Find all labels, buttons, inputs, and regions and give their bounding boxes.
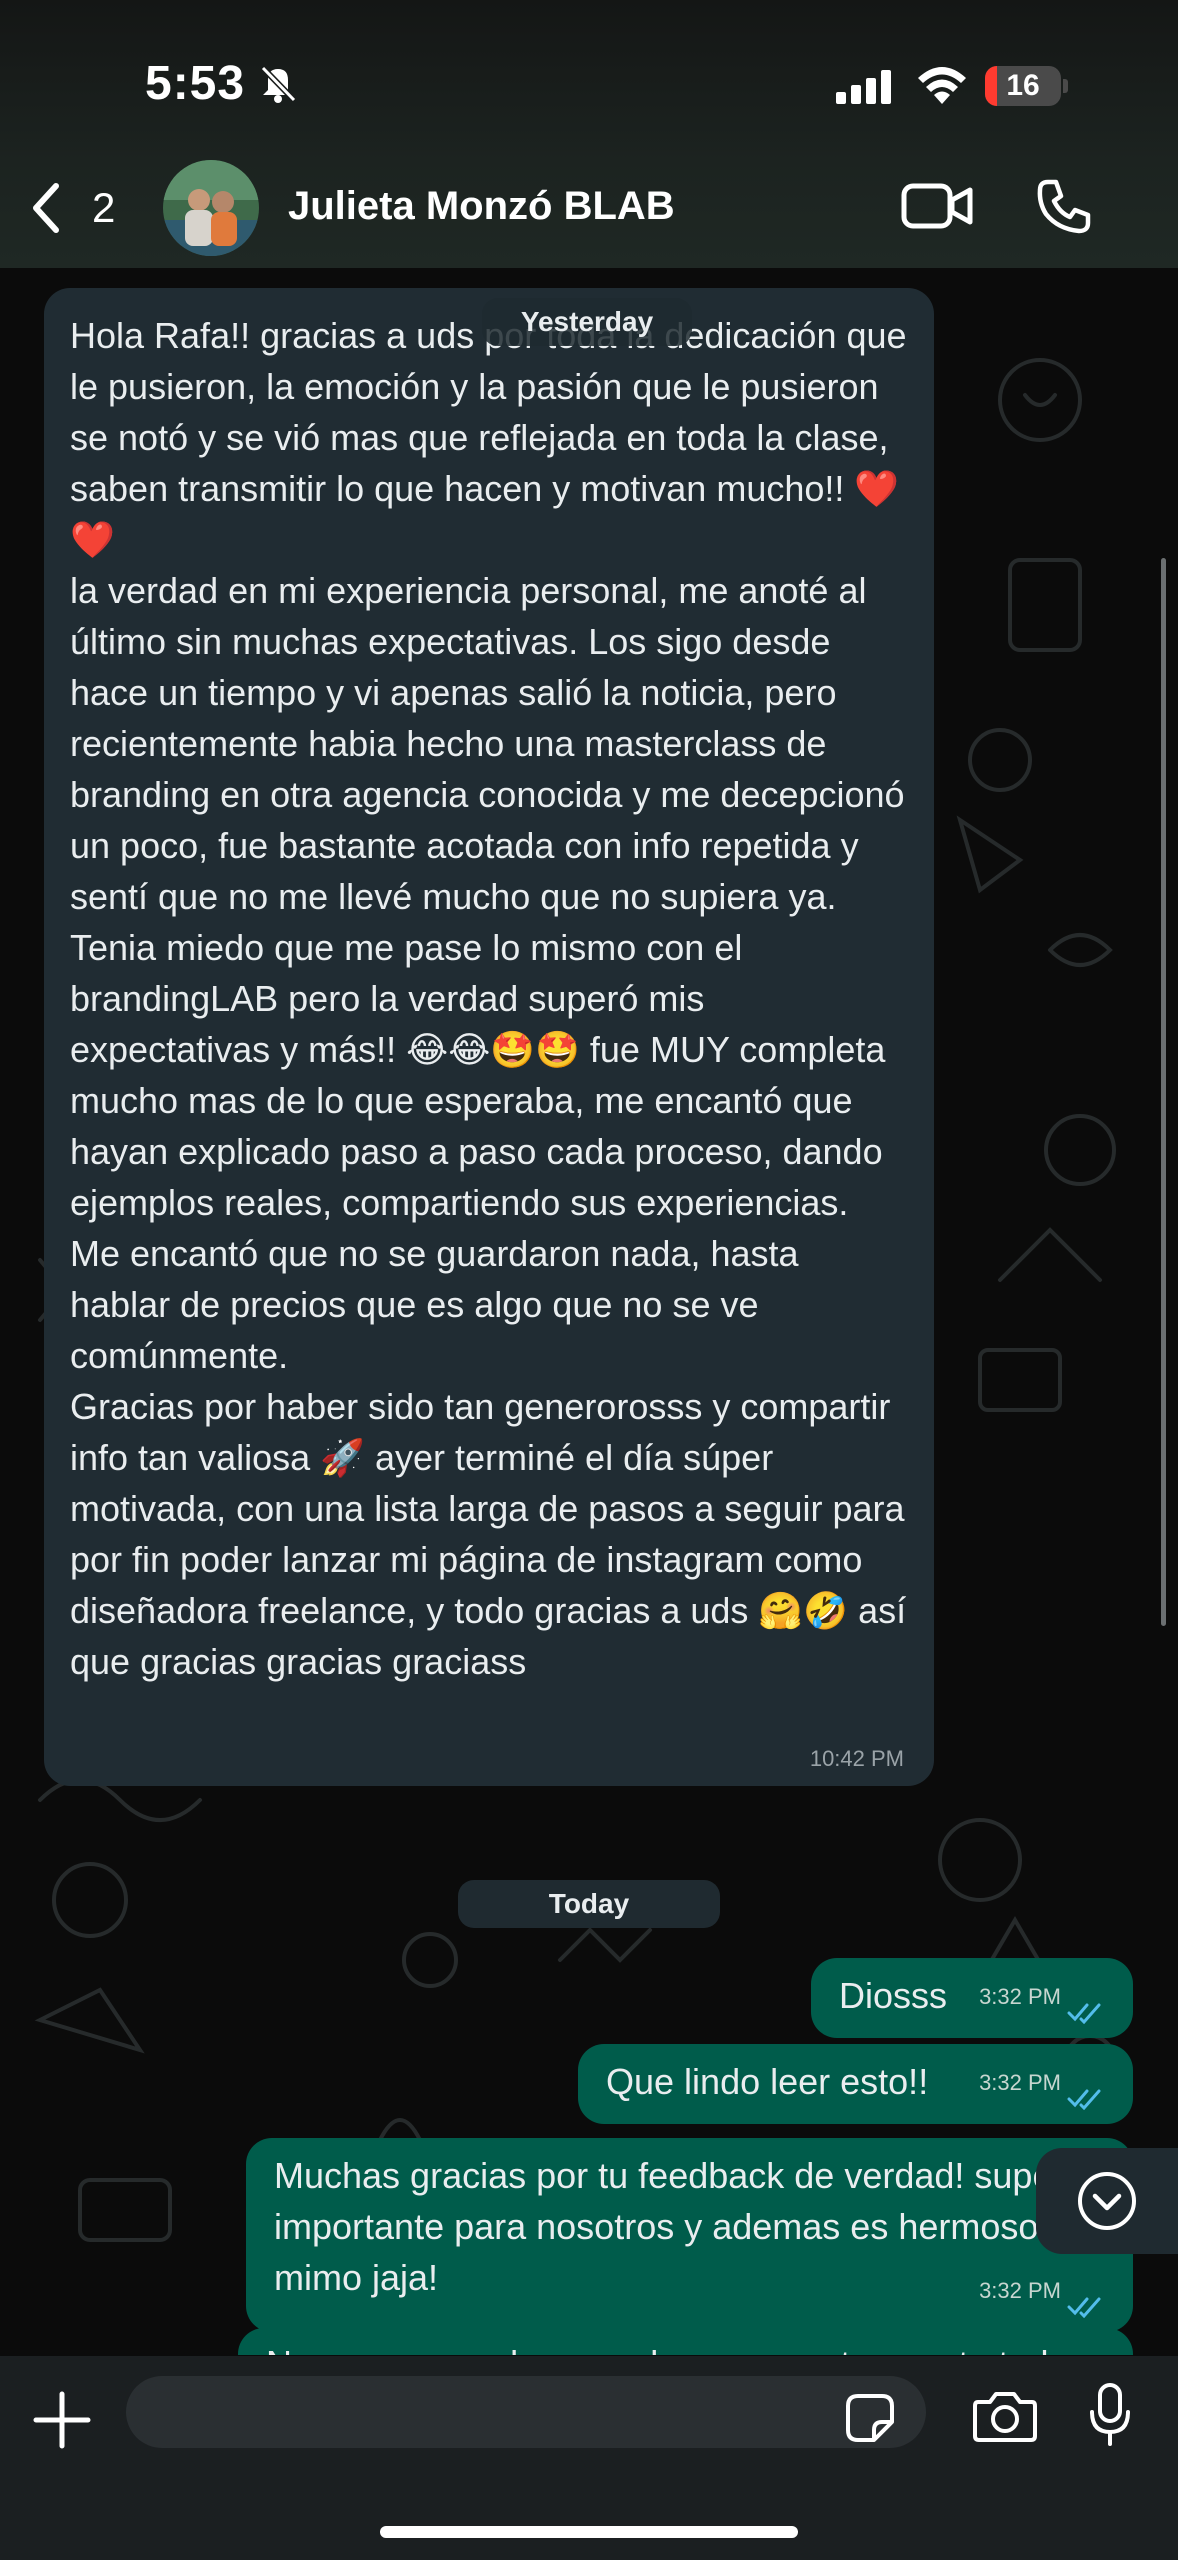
status-bar: 5:53 16 bbox=[0, 0, 1178, 160]
chevron-left-icon bbox=[33, 183, 59, 233]
date-divider-today: Today bbox=[458, 1880, 720, 1928]
incoming-message-text: Hola Rafa!! gracias a uds por toda la de… bbox=[70, 315, 907, 1682]
battery-icon: 16 bbox=[985, 66, 1069, 106]
plus-icon[interactable] bbox=[30, 2388, 94, 2452]
outgoing-message-text: Que lindo leer esto!! bbox=[606, 2061, 929, 2102]
date-divider-yesterday: Yesterday bbox=[482, 298, 692, 346]
contact-name[interactable]: Julieta Monzó BLAB bbox=[288, 184, 675, 229]
message-input[interactable] bbox=[126, 2376, 926, 2448]
scroll-to-bottom-button[interactable] bbox=[1036, 2148, 1178, 2254]
battery-level: 16 bbox=[1006, 69, 1040, 102]
outgoing-message[interactable]: Muchas gracias por tu feedback de verdad… bbox=[246, 2138, 1133, 2332]
chat-area[interactable]: Hola Rafa!! gracias a uds por toda la de… bbox=[0, 268, 1178, 2355]
back-button[interactable]: 2 bbox=[28, 176, 128, 240]
outgoing-message-text: Muchas gracias por tu feedback de verdad… bbox=[274, 2155, 1065, 2298]
scrollbar[interactable] bbox=[1161, 558, 1166, 1626]
camera-icon[interactable] bbox=[972, 2388, 1038, 2444]
wifi-icon bbox=[918, 67, 966, 104]
phone-icon[interactable] bbox=[1034, 176, 1094, 236]
outgoing-message-text: Nos ponemos de acuerdo para que te cuent… bbox=[266, 2343, 1069, 2355]
bell-off-icon bbox=[260, 65, 297, 103]
outgoing-message-text: Diosss bbox=[839, 1975, 948, 2016]
sticker-icon[interactable] bbox=[844, 2392, 896, 2444]
status-time: 5:53 bbox=[145, 57, 246, 110]
home-indicator[interactable] bbox=[380, 2526, 798, 2538]
message-time: 3:32 PM bbox=[979, 2070, 1061, 2095]
outgoing-message[interactable]: Diosss 3:32 PM bbox=[811, 1958, 1133, 2038]
unread-count: 2 bbox=[92, 184, 116, 231]
read-ticks-icon bbox=[1067, 2003, 1101, 2024]
outgoing-message[interactable]: Nos ponemos de acuerdo para que te cuent… bbox=[238, 2328, 1133, 2355]
message-time: 3:32 PM bbox=[979, 2278, 1061, 2303]
avatar[interactable] bbox=[163, 160, 259, 256]
microphone-icon[interactable] bbox=[1088, 2382, 1132, 2448]
message-input-bar bbox=[0, 2356, 1178, 2560]
chevron-down-circle-icon bbox=[1078, 2172, 1136, 2230]
message-time: 10:42 PM bbox=[809, 1746, 904, 1771]
message-time: 3:32 PM bbox=[979, 1984, 1061, 2009]
signal-icon bbox=[836, 70, 891, 104]
incoming-message[interactable]: Hola Rafa!! gracias a uds por toda la de… bbox=[44, 288, 934, 1786]
outgoing-message[interactable]: Que lindo leer esto!! 3:32 PM bbox=[578, 2044, 1133, 2124]
read-ticks-icon bbox=[1067, 2089, 1101, 2110]
video-call-icon[interactable] bbox=[900, 178, 976, 234]
read-ticks-icon bbox=[1067, 2297, 1101, 2318]
